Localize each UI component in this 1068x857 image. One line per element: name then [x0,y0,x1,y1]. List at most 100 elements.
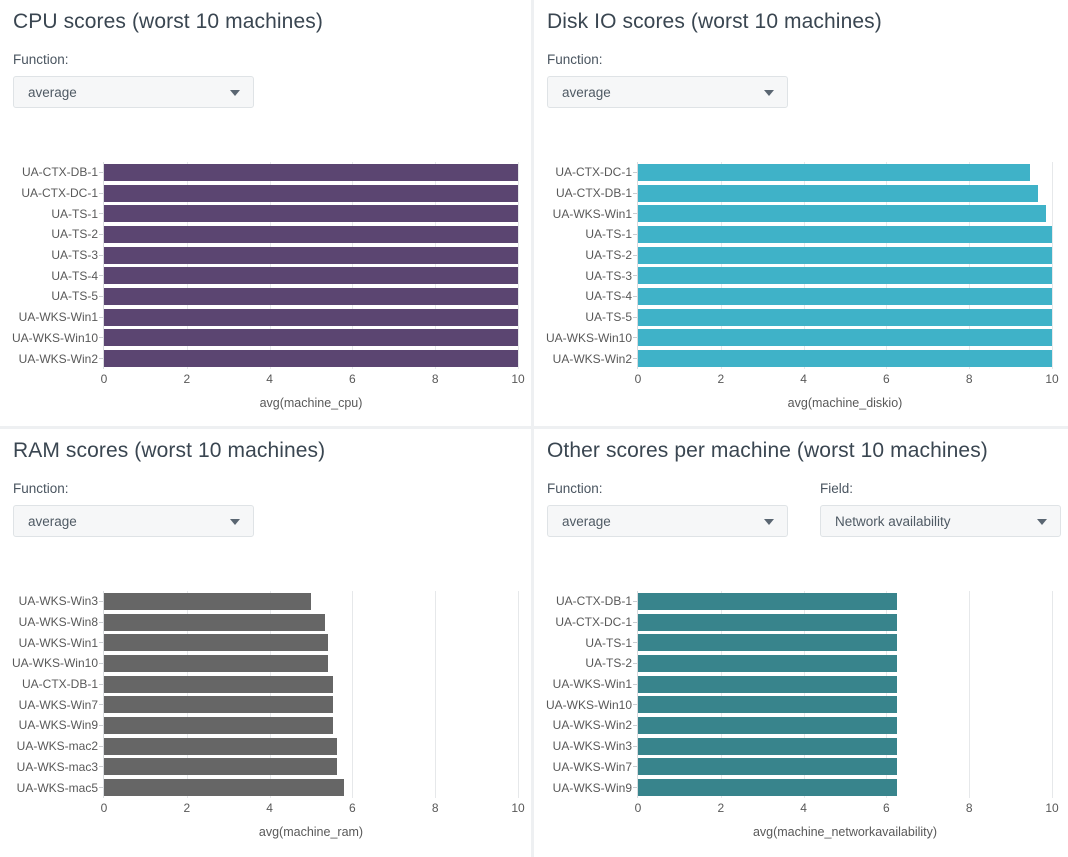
bar-row[interactable] [104,674,518,695]
bar[interactable] [104,613,326,631]
bar-row[interactable] [638,632,1052,653]
bar-row[interactable] [638,286,1052,307]
bar[interactable] [638,246,1052,264]
bar-row[interactable] [104,245,518,266]
bar-row[interactable] [104,653,518,674]
bar[interactable] [638,613,897,631]
bar[interactable] [104,329,518,347]
bar[interactable] [638,716,897,734]
bar-row[interactable] [104,736,518,757]
function-select[interactable]: average [547,505,788,537]
bar-row[interactable] [638,307,1052,328]
bar-row[interactable] [638,694,1052,715]
y-axis-label: UA-WKS-Win7 [8,694,104,715]
bar[interactable] [638,675,897,693]
plot-area [638,162,1053,369]
y-axis-label: UA-WKS-Win7 [542,757,638,778]
bar-row[interactable] [104,757,518,778]
bar-row[interactable] [104,348,518,369]
bar[interactable] [638,779,897,797]
bar[interactable] [104,205,518,223]
y-axis-label: UA-WKS-Win2 [542,715,638,736]
y-axis-labels: UA-CTX-DB-1 UA-CTX-DC-1 UA-TS-1 UA-TS-2 UA-T… [8,162,104,369]
bar[interactable] [104,184,518,202]
bar-row[interactable] [638,757,1052,778]
bar[interactable] [638,267,1052,285]
bar-row[interactable] [104,777,518,798]
bar[interactable] [638,163,1031,181]
y-axis-label: UA-CTX-DC-1 [8,183,104,204]
bar-row[interactable] [104,203,518,224]
bar[interactable] [638,592,897,610]
bar[interactable] [104,592,311,610]
bar-row[interactable] [104,612,518,633]
bar-row[interactable] [638,245,1052,266]
bar[interactable] [104,634,328,652]
bar-row[interactable] [638,162,1052,183]
bar-series [638,162,1052,369]
bar[interactable] [104,675,333,693]
bar-row[interactable] [104,183,518,204]
bar-row[interactable] [104,328,518,349]
bar[interactable] [104,246,518,264]
bar-row[interactable] [638,653,1052,674]
bar-row[interactable] [104,632,518,653]
bar-row[interactable] [638,265,1052,286]
bar[interactable] [638,329,1052,347]
chart-ram: UA-WKS-Win3 UA-WKS-Win8 UA-WKS-Win1 UA-WKS-… [0,577,531,847]
bar-row[interactable] [638,674,1052,695]
bar[interactable] [638,758,897,776]
bar-row[interactable] [104,307,518,328]
bar[interactable] [104,737,338,755]
function-select[interactable]: average [547,76,788,108]
bar-row[interactable] [638,612,1052,633]
bar-row[interactable] [104,286,518,307]
bar-row[interactable] [638,591,1052,612]
bar[interactable] [104,287,518,305]
bar[interactable] [638,737,897,755]
bar[interactable] [104,267,518,285]
bar-row[interactable] [638,715,1052,736]
bar[interactable] [104,696,333,714]
bar-row[interactable] [104,694,518,715]
x-axis-title: avg(machine_diskio) [787,396,903,410]
bar[interactable] [104,163,518,181]
bar-row[interactable] [638,777,1052,798]
y-axis-label: UA-TS-2 [542,245,638,266]
bar[interactable] [104,308,518,326]
bar[interactable] [104,716,333,734]
panel-cpu-scores: CPU scores (worst 10 machines) Function:… [0,0,534,429]
bar[interactable] [104,350,518,368]
y-axis-label: UA-TS-3 [542,265,638,286]
bar[interactable] [638,308,1052,326]
bar[interactable] [638,287,1052,305]
bar-row[interactable] [638,348,1052,369]
bar[interactable] [104,225,518,243]
bar[interactable] [638,225,1052,243]
bar[interactable] [638,696,897,714]
bar-row[interactable] [638,183,1052,204]
bar[interactable] [104,758,338,776]
bar-row[interactable] [104,265,518,286]
bar[interactable] [638,654,897,672]
bar-row[interactable] [638,224,1052,245]
bar-row[interactable] [104,591,518,612]
bar-row[interactable] [104,162,518,183]
bar-row[interactable] [638,203,1052,224]
bar[interactable] [104,654,328,672]
bar-row[interactable] [638,736,1052,757]
bar[interactable] [638,184,1038,202]
function-select[interactable]: average [13,505,254,537]
y-axis-label: UA-CTX-DB-1 [542,591,638,612]
bar[interactable] [104,779,344,797]
function-select[interactable]: average [13,76,254,108]
bar-row[interactable] [104,715,518,736]
y-axis-labels: UA-CTX-DB-1 UA-CTX-DC-1 UA-TS-1 UA-TS-2 UA-W… [542,591,638,798]
bar[interactable] [638,350,1052,368]
bar-row[interactable] [638,328,1052,349]
bar[interactable] [638,205,1046,223]
field-select[interactable]: Network availability [820,505,1061,537]
bar[interactable] [638,634,897,652]
x-axis-tick-label: 0 [634,801,642,815]
bar-row[interactable] [104,224,518,245]
